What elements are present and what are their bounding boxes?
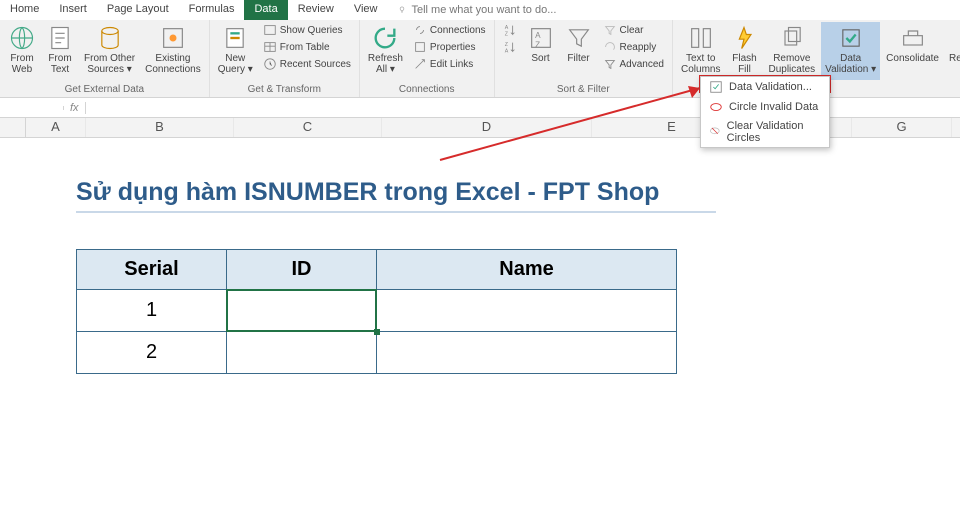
- from-other-sources-button[interactable]: From Other Sources ▾: [80, 22, 139, 80]
- tab-data[interactable]: Data: [244, 0, 287, 20]
- name-box[interactable]: [0, 106, 64, 110]
- database-icon: [96, 24, 124, 52]
- text-to-columns-button[interactable]: Text to Columns: [677, 22, 724, 80]
- tab-review[interactable]: Review: [288, 0, 344, 20]
- connection-icon: [159, 24, 187, 52]
- table-row: 1: [77, 290, 677, 332]
- svg-text:A: A: [504, 48, 508, 54]
- remove-duplicates-button[interactable]: Remove Duplicates: [764, 22, 819, 80]
- group-label-connections: Connections: [364, 83, 490, 97]
- menu-circle-invalid[interactable]: Circle Invalid Data: [701, 97, 829, 117]
- clear-filter-button[interactable]: Clear: [599, 22, 668, 38]
- edit-links-icon: [413, 57, 427, 71]
- svg-text:Z: Z: [535, 40, 540, 49]
- sort-az-icon: AZ: [503, 23, 517, 37]
- cell-name-2[interactable]: [377, 332, 677, 374]
- group-label-external-data: Get External Data: [4, 83, 205, 97]
- col-head-d[interactable]: D: [382, 118, 592, 137]
- lightbulb-icon: [397, 5, 407, 15]
- col-head-a[interactable]: A: [26, 118, 86, 137]
- properties-button[interactable]: Properties: [409, 39, 490, 55]
- connections-button[interactable]: Connections: [409, 22, 490, 38]
- col-head-c[interactable]: C: [234, 118, 382, 137]
- reapply-button[interactable]: Reapply: [599, 39, 668, 55]
- existing-connections-button[interactable]: Existing Connections: [141, 22, 205, 80]
- fill-handle[interactable]: [374, 329, 380, 335]
- select-all-corner[interactable]: [0, 118, 26, 137]
- reapply-icon: [603, 40, 617, 54]
- consolidate-button[interactable]: Consolidate: [882, 22, 943, 80]
- cell-id-1[interactable]: [227, 290, 377, 332]
- table-row: 2: [77, 332, 677, 374]
- recent-sources-button[interactable]: Recent Sources: [259, 56, 355, 72]
- from-web-button[interactable]: From Web: [4, 22, 40, 80]
- tab-page-layout[interactable]: Page Layout: [97, 0, 179, 20]
- cell-id-2[interactable]: [227, 332, 377, 374]
- relationships-button[interactable]: Relationships: [945, 22, 960, 80]
- group-label-get-transform: Get & Transform: [214, 83, 355, 97]
- properties-icon: [413, 40, 427, 54]
- svg-text:A: A: [535, 31, 541, 40]
- svg-text:Z: Z: [504, 31, 508, 37]
- menu-clear-circles[interactable]: Clear Validation Circles: [701, 117, 829, 147]
- sort-az-button[interactable]: AZ: [499, 22, 521, 38]
- sort-za-icon: ZA: [503, 40, 517, 54]
- validation-icon: [709, 80, 723, 94]
- cell-name-1[interactable]: [377, 290, 677, 332]
- globe-icon: [8, 24, 36, 52]
- col-head-g[interactable]: G: [852, 118, 952, 137]
- menu-data-validation[interactable]: Data Validation...: [701, 77, 829, 97]
- remove-dup-icon: [778, 24, 806, 52]
- cell-serial-2[interactable]: 2: [77, 332, 227, 374]
- th-serial[interactable]: Serial: [77, 250, 227, 290]
- tab-home[interactable]: Home: [0, 0, 49, 20]
- tab-formulas[interactable]: Formulas: [179, 0, 245, 20]
- worksheet-area[interactable]: Sử dụng hàm ISNUMBER trong Excel - FPT S…: [0, 138, 960, 374]
- ribbon-tabs: Home Insert Page Layout Formulas Data Re…: [0, 0, 960, 20]
- text-columns-icon: [687, 24, 715, 52]
- filter-button[interactable]: Filter: [561, 22, 597, 80]
- link-icon: [413, 23, 427, 37]
- data-table: Serial ID Name 1 2: [76, 249, 677, 374]
- sort-button[interactable]: AZSort: [523, 22, 559, 80]
- query-icon: [221, 24, 249, 52]
- col-head-b[interactable]: B: [86, 118, 234, 137]
- flash-fill-icon: [730, 24, 758, 52]
- data-validation-button[interactable]: Data Validation ▾: [821, 22, 880, 80]
- sort-icon: AZ: [527, 24, 555, 52]
- new-query-button[interactable]: New Query ▾: [214, 22, 257, 80]
- tab-view[interactable]: View: [344, 0, 388, 20]
- flash-fill-button[interactable]: Flash Fill: [726, 22, 762, 80]
- consolidate-icon: [899, 24, 927, 52]
- data-validation-menu: Data Validation... Circle Invalid Data C…: [700, 76, 830, 148]
- from-table-button[interactable]: From Table: [259, 39, 355, 55]
- page-title: Sử dụng hàm ISNUMBER trong Excel - FPT S…: [76, 178, 716, 213]
- th-name[interactable]: Name: [377, 250, 677, 290]
- tab-insert[interactable]: Insert: [49, 0, 97, 20]
- table-icon: [263, 40, 277, 54]
- queries-icon: [263, 23, 277, 37]
- refresh-icon: [371, 24, 399, 52]
- validation-icon: [837, 24, 865, 52]
- th-id[interactable]: ID: [227, 250, 377, 290]
- circle-invalid-icon: [709, 100, 723, 114]
- fx-label[interactable]: fx: [64, 102, 86, 114]
- edit-links-button[interactable]: Edit Links: [409, 56, 490, 72]
- refresh-all-button[interactable]: Refresh All ▾: [364, 22, 407, 80]
- text-file-icon: [46, 24, 74, 52]
- sort-za-button[interactable]: ZA: [499, 39, 521, 55]
- from-text-button[interactable]: From Text: [42, 22, 78, 80]
- tell-me-search[interactable]: Tell me what you want to do...: [387, 0, 566, 20]
- advanced-filter-button[interactable]: Advanced: [599, 56, 668, 72]
- recent-icon: [263, 57, 277, 71]
- filter-icon: [565, 24, 593, 52]
- svg-text:Z: Z: [504, 42, 508, 48]
- clear-icon: [603, 23, 617, 37]
- group-label-sort-filter: Sort & Filter: [499, 83, 668, 97]
- svg-text:A: A: [504, 25, 508, 31]
- clear-circles-icon: [709, 125, 721, 139]
- cell-serial-1[interactable]: 1: [77, 290, 227, 332]
- show-queries-button[interactable]: Show Queries: [259, 22, 355, 38]
- advanced-icon: [603, 57, 617, 71]
